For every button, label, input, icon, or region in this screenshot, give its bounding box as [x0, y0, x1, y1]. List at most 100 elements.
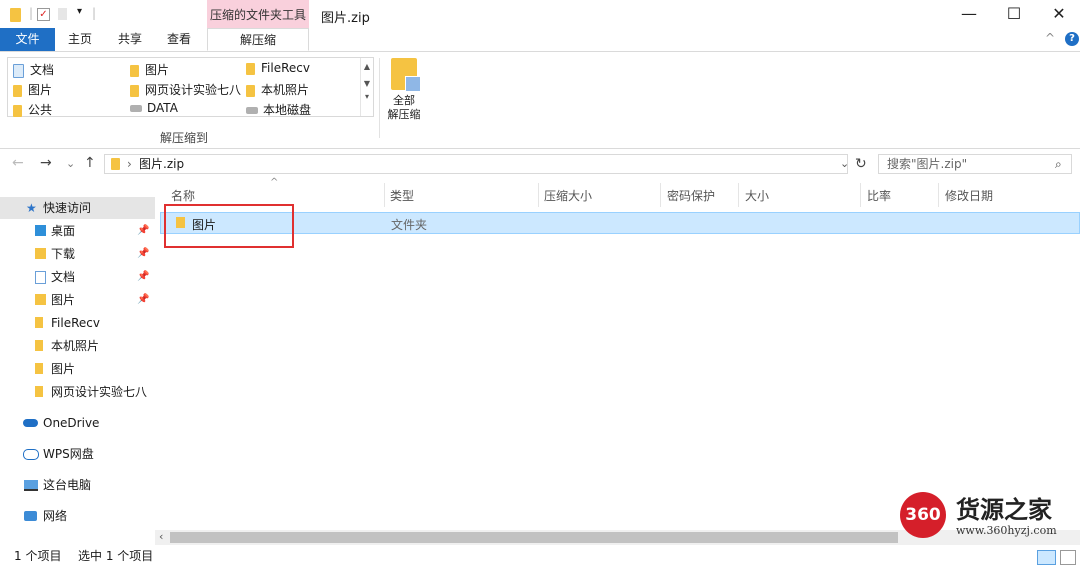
help-icon[interactable]: ?: [1065, 32, 1079, 46]
ribbon-body: 文档 图片 FileRecv 图片 网页设计实验七八 本机照片 公共 DATA …: [0, 52, 1080, 149]
pin-icon[interactable]: 📌: [137, 289, 149, 311]
window-title: 图片.zip: [321, 11, 370, 26]
folder-icon: [35, 386, 43, 397]
sidebar-item-network[interactable]: 网络: [0, 505, 155, 527]
sidebar-item-web-design[interactable]: 网页设计实验七八: [0, 381, 155, 403]
tab-home[interactable]: 主页: [60, 28, 100, 51]
destination-item[interactable]: 公共: [13, 101, 52, 118]
minimize-button[interactable]: —: [946, 0, 992, 28]
wps-cloud-icon: [23, 449, 39, 460]
ribbon-tabs: 文件 主页 共享 查看 解压缩 ^ ?: [0, 28, 1080, 52]
sidebar-item-desktop[interactable]: 桌面 📌: [0, 220, 155, 242]
scroll-down-icon[interactable]: ▼: [361, 79, 373, 88]
address-bar[interactable]: › 图片.zip ⌄: [104, 154, 849, 174]
column-divider[interactable]: [538, 183, 539, 207]
address-dropdown-icon[interactable]: ⌄: [840, 155, 849, 173]
recent-locations-button[interactable]: ⌄: [66, 157, 75, 170]
sidebar-item-this-pc[interactable]: 这台电脑: [0, 474, 155, 496]
column-divider[interactable]: [660, 183, 661, 207]
tab-file[interactable]: 文件: [0, 28, 55, 51]
sidebar-item-filerecv[interactable]: FileRecv: [0, 312, 155, 334]
column-divider[interactable]: [860, 183, 861, 207]
breadcrumb-chevron-icon[interactable]: ›: [127, 155, 132, 173]
sidebar-item-pictures-folder[interactable]: 图片: [0, 358, 155, 380]
cloud-icon: [23, 419, 38, 427]
gallery-more-icon[interactable]: ▾: [361, 92, 373, 101]
file-type: 文件夹: [391, 218, 428, 232]
search-input[interactable]: 搜索"图片.zip" ⌕: [878, 154, 1072, 174]
properties-check-icon[interactable]: ✓: [37, 8, 50, 21]
destination-item[interactable]: FileRecv: [246, 61, 310, 75]
large-icons-view-icon[interactable]: [1060, 550, 1076, 565]
folder-icon: [35, 340, 43, 351]
sidebar-item-onedrive[interactable]: OneDrive: [0, 412, 155, 434]
new-folder-icon[interactable]: [58, 8, 67, 20]
pin-icon[interactable]: 📌: [137, 243, 149, 265]
customize-toolbar-icon[interactable]: ▾: [77, 6, 82, 17]
column-header-password-protected[interactable]: 密码保护: [667, 187, 715, 204]
column-header-name[interactable]: 名称: [171, 187, 195, 204]
sidebar-item-documents[interactable]: 文档 📌: [0, 266, 155, 288]
destination-item[interactable]: 网页设计实验七八: [130, 81, 241, 98]
folder-icon: [13, 104, 22, 117]
title-bar: | ✓ ▾ | 压缩的文件夹工具 图片.zip — ☐ ✕: [0, 0, 1080, 30]
pin-icon[interactable]: 📌: [137, 220, 149, 242]
back-button[interactable]: ←: [12, 155, 24, 171]
documents-folder-icon: [13, 63, 24, 78]
destination-item[interactable]: 本机照片: [246, 81, 309, 98]
destination-item[interactable]: 本地磁盘: [246, 101, 311, 118]
drive-icon: [130, 105, 142, 112]
sidebar-item-pictures[interactable]: 图片 📌: [0, 289, 155, 311]
pin-icon[interactable]: 📌: [137, 266, 149, 288]
destination-item[interactable]: 图片: [130, 61, 169, 78]
pictures-folder-icon: [130, 64, 139, 77]
sidebar-item-quick-access[interactable]: ★ 快速访问: [0, 197, 155, 219]
column-header-type[interactable]: 类型: [390, 187, 414, 204]
details-view-icon[interactable]: [1037, 550, 1056, 565]
sidebar-item-local-photos[interactable]: 本机照片: [0, 335, 155, 357]
sidebar-item-downloads[interactable]: 下载 📌: [0, 243, 155, 265]
column-divider[interactable]: [738, 183, 739, 207]
column-divider[interactable]: [938, 183, 939, 207]
breadcrumb-item[interactable]: 图片.zip: [139, 155, 184, 173]
sort-ascending-icon: ^: [270, 177, 279, 188]
collapse-ribbon-icon[interactable]: ^: [1045, 31, 1055, 45]
destination-item[interactable]: 图片: [13, 81, 52, 98]
scrollbar-thumb[interactable]: [170, 532, 898, 543]
folder-icon: [246, 84, 255, 97]
destination-item[interactable]: 文档: [13, 61, 54, 78]
sidebar-item-wps-cloud[interactable]: WPS网盘: [0, 443, 155, 465]
column-divider[interactable]: [384, 183, 385, 207]
forward-button[interactable]: →: [40, 155, 52, 171]
desktop-folder-icon: [35, 225, 46, 236]
zip-folder-icon: [111, 158, 120, 170]
column-headers: ^ 名称 类型 压缩大小 密码保护 大小 比率 修改日期: [160, 177, 1080, 207]
maximize-button[interactable]: ☐: [991, 0, 1037, 28]
navigation-bar: ← → ⌄ ↑ › 图片.zip ⌄ ↻ 搜索"图片.zip" ⌕: [0, 150, 1080, 178]
destination-item[interactable]: DATA: [130, 101, 178, 115]
download-folder-icon: [35, 248, 46, 259]
separator: |: [29, 6, 34, 20]
column-header-compressed-size[interactable]: 压缩大小: [544, 187, 592, 204]
table-row[interactable]: 图片 文件夹: [160, 212, 1080, 234]
tab-share[interactable]: 共享: [110, 28, 150, 51]
column-header-date-modified[interactable]: 修改日期: [945, 187, 993, 204]
folder-icon: [35, 317, 43, 328]
tab-extract[interactable]: 解压缩: [207, 28, 309, 51]
column-header-size[interactable]: 大小: [745, 187, 769, 204]
gallery-scroll[interactable]: ▲ ▼ ▾: [360, 58, 373, 116]
watermark-name: 货源之家: [956, 495, 1052, 524]
tab-view[interactable]: 查看: [159, 28, 199, 51]
refresh-button[interactable]: ↻: [855, 156, 867, 172]
extract-all-icon: [391, 58, 421, 92]
zip-folder-icon[interactable]: [10, 7, 24, 22]
close-button[interactable]: ✕: [1036, 0, 1080, 28]
up-button[interactable]: ↑: [84, 155, 96, 171]
extract-all-button[interactable]: 全部 解压缩: [384, 58, 424, 122]
search-icon: ⌕: [1055, 157, 1062, 171]
navigation-pane: ★ 快速访问 桌面 📌 下载 📌 文档 📌 图片 📌 FileRecv 本机照片…: [0, 188, 155, 538]
scroll-left-icon[interactable]: ‹: [159, 530, 163, 543]
network-icon: [24, 511, 37, 521]
column-header-ratio[interactable]: 比率: [867, 187, 891, 204]
scroll-up-icon[interactable]: ▲: [361, 62, 373, 71]
